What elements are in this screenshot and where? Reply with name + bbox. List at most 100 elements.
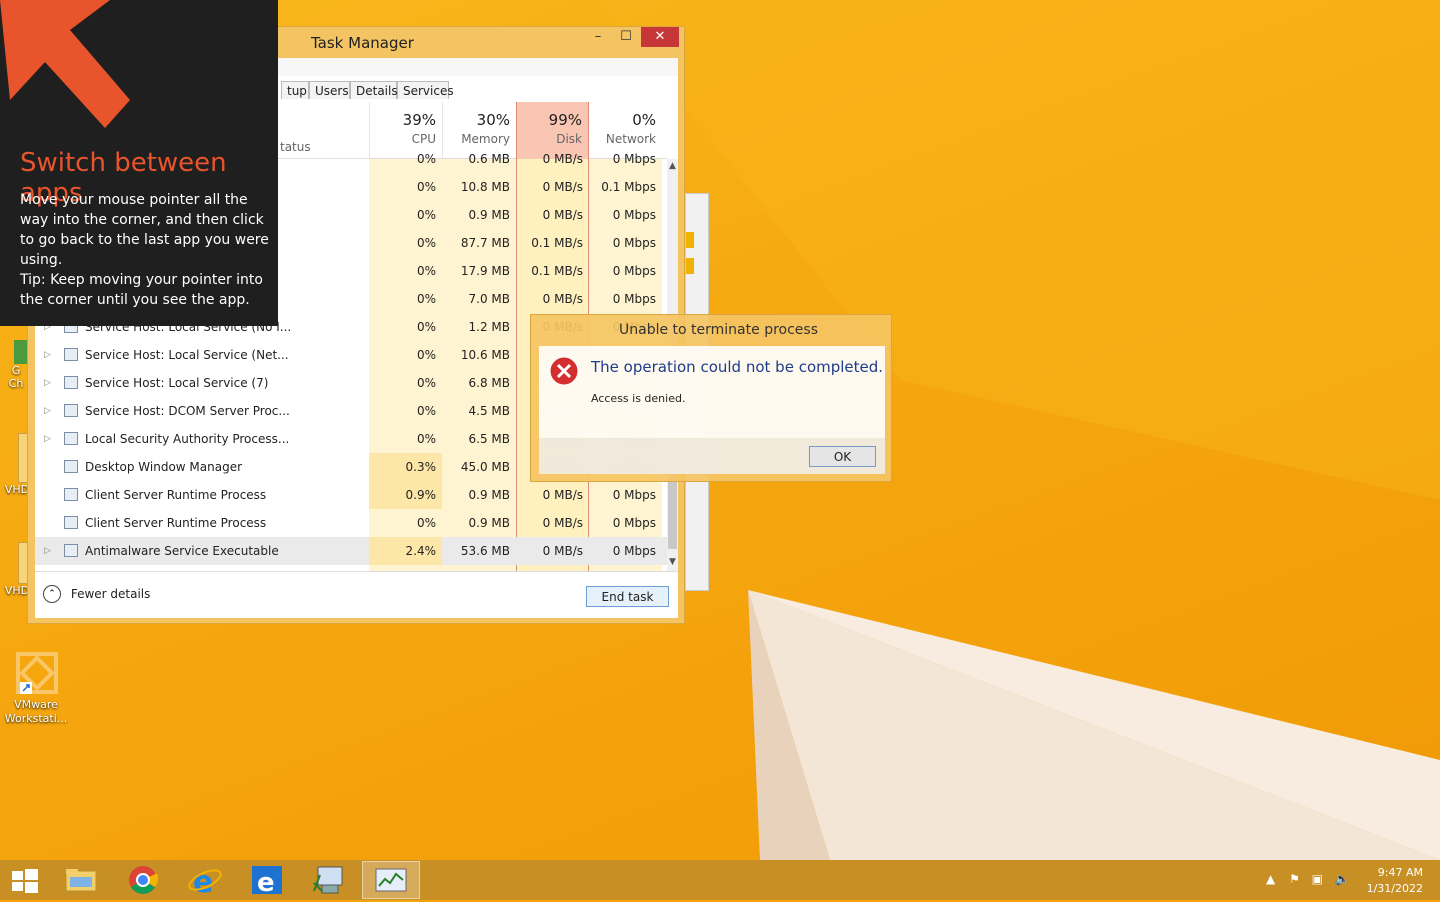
memory-value: 17.9 MB (460, 264, 510, 278)
clock-date: 1/31/2022 (1366, 882, 1423, 895)
switch-apps-tip-panel: Switch between apps Move your mouse poin… (0, 0, 278, 326)
tab-details[interactable]: Details (350, 81, 398, 99)
process-name: Client Server Runtime Process (85, 516, 267, 530)
disk-value: 0 MB/s (542, 488, 583, 502)
memory-value: 1.2 MB (468, 320, 510, 334)
scroll-up-icon[interactable]: ▲ (667, 161, 678, 171)
minimize-button[interactable]: – (584, 27, 612, 47)
taskbar: e e ▲ ⚑ ▣ 🔈 9:47 AM 1/31/2022 (0, 860, 1440, 900)
memory-value: 53.6 MB (460, 544, 510, 558)
memory-value: 4.5 MB (468, 404, 510, 418)
corner-arrow-icon (0, 0, 130, 128)
start-button[interactable] (0, 861, 50, 899)
network-value: 0 Mbps (612, 488, 656, 502)
memory-value: 10.6 MB (460, 348, 510, 362)
shortcut-icon (14, 340, 28, 364)
cpu-percent: 39% (402, 111, 436, 129)
close-button[interactable]: ✕ (641, 27, 679, 47)
cpu-label: CPU (411, 132, 436, 146)
windows-logo-icon (12, 869, 38, 893)
volume-muted-icon[interactable]: 🔈 (1335, 872, 1350, 886)
disk-value: 0 MB/s (542, 292, 583, 306)
cpu-value: 0% (416, 180, 436, 194)
expand-chevron-icon[interactable]: ▷ (44, 369, 51, 397)
ok-button[interactable]: OK (809, 446, 876, 467)
cpu-value: 0.9% (369, 481, 442, 509)
memory-value: 6.5 MB (468, 432, 510, 446)
vmware-icon (12, 648, 62, 698)
error-dialog: Unable to terminate process The operatio… (530, 314, 892, 482)
fewer-details-label: Fewer details (70, 587, 151, 601)
process-row[interactable]: ▷ Antimalware Service Executable 2.4% 53.6 … (35, 537, 667, 565)
cpu-value: 0% (416, 236, 436, 250)
network-value: 0 Mbps (612, 516, 656, 530)
maximize-button[interactable]: ☐ (612, 27, 640, 47)
memory-percent: 30% (476, 111, 510, 129)
cpu-value: 0% (416, 348, 436, 362)
disk-value: 0.1 MB/s (531, 264, 583, 278)
network-value: 0 Mbps (612, 208, 656, 222)
cpu-value: 0% (416, 292, 436, 306)
network-value: 0 Mbps (612, 544, 656, 558)
network-value: 0 Mbps (612, 152, 656, 166)
tab-startup[interactable]: tup (281, 81, 309, 99)
network-status-icon[interactable]: ▣ (1312, 872, 1323, 886)
action-center-icon[interactable]: ⚑ (1289, 872, 1300, 886)
cpu-value: 0% (416, 376, 436, 390)
disk-value: 0 MB/s (542, 180, 583, 194)
system-tray: ▲ ⚑ ▣ 🔈 (1266, 872, 1350, 886)
taskbar-task-manager[interactable] (362, 861, 420, 899)
window-title: Task Manager (311, 34, 414, 52)
end-task-button[interactable]: End task (586, 586, 669, 607)
taskbar-chrome[interactable] (114, 861, 172, 899)
taskbar-internet-explorer-modern[interactable]: e (238, 861, 296, 899)
desktop-icon-vmware[interactable]: VMware Workstati... (4, 648, 70, 726)
process-name: Antimalware Service Executable (85, 544, 279, 558)
taskbar-network-tool[interactable] (300, 861, 358, 899)
taskbar-file-explorer[interactable] (52, 861, 110, 899)
memory-value: 6.8 MB (468, 376, 510, 390)
memory-value: 7.0 MB (468, 292, 510, 306)
process-window-icon (64, 516, 78, 529)
cpu-value: 0% (416, 264, 436, 278)
memory-value: 0.9 MB (468, 516, 510, 530)
expand-chevron-icon[interactable]: ▷ (44, 397, 51, 425)
expand-chevron-icon[interactable]: ▷ (44, 537, 51, 565)
disk-value: 0 MB/s (542, 152, 583, 166)
disk-value: 0 MB/s (542, 208, 583, 222)
clock[interactable]: 9:47 AM 1/31/2022 (1367, 865, 1423, 897)
fewer-details-button[interactable]: ⌃ Fewer details (43, 585, 150, 605)
tab-services[interactable]: Services (397, 81, 454, 99)
memory-value: 10.8 MB (460, 180, 510, 194)
process-row[interactable]: Client Server Runtime Process 0.9% 0.9 MB 0… (35, 481, 667, 509)
disk-value: 0 MB/s (542, 516, 583, 530)
chevron-up-icon: ⌃ (43, 585, 61, 603)
dialog-content: The operation could not be completed. Ac… (539, 346, 885, 438)
show-hidden-icons-icon[interactable]: ▲ (1266, 872, 1275, 886)
cpu-value: 0% (416, 404, 436, 418)
process-name: Desktop Window Manager (85, 460, 243, 474)
internet-explorer-icon: e (188, 865, 222, 900)
svg-text:e: e (257, 868, 275, 898)
cpu-value: 0% (416, 320, 436, 334)
expand-chevron-icon[interactable]: ▷ (44, 341, 51, 369)
taskbar-internet-explorer[interactable]: e (176, 861, 234, 900)
process-window-icon (64, 432, 78, 445)
tip-description: Move your mouse pointer all the way into… (20, 192, 269, 268)
expand-chevron-icon[interactable]: ▷ (44, 425, 51, 453)
scroll-down-icon[interactable]: ▼ (667, 557, 678, 567)
cpu-value: 0% (416, 432, 436, 446)
cpu-value: 0% (416, 152, 436, 166)
network-value: 0 Mbps (612, 264, 656, 278)
process-name: Service Host: Local Service (Net... (85, 348, 289, 362)
process-row[interactable]: Client Server Runtime Process 0% 0.9 MB 0 M… (35, 509, 667, 537)
process-window-icon (64, 544, 78, 557)
process-name: Service Host: DCOM Server Proc... (85, 404, 290, 418)
desktop-icon-label: G Ch (8, 364, 24, 390)
cpu-value: 0.3% (369, 453, 442, 481)
network-percent: 0% (632, 111, 656, 129)
dialog-message: The operation could not be completed. (591, 358, 884, 376)
memory-value: 0.6 MB (468, 152, 510, 166)
tab-users[interactable]: Users (309, 81, 350, 99)
cpu-value: 2.4% (369, 537, 442, 565)
